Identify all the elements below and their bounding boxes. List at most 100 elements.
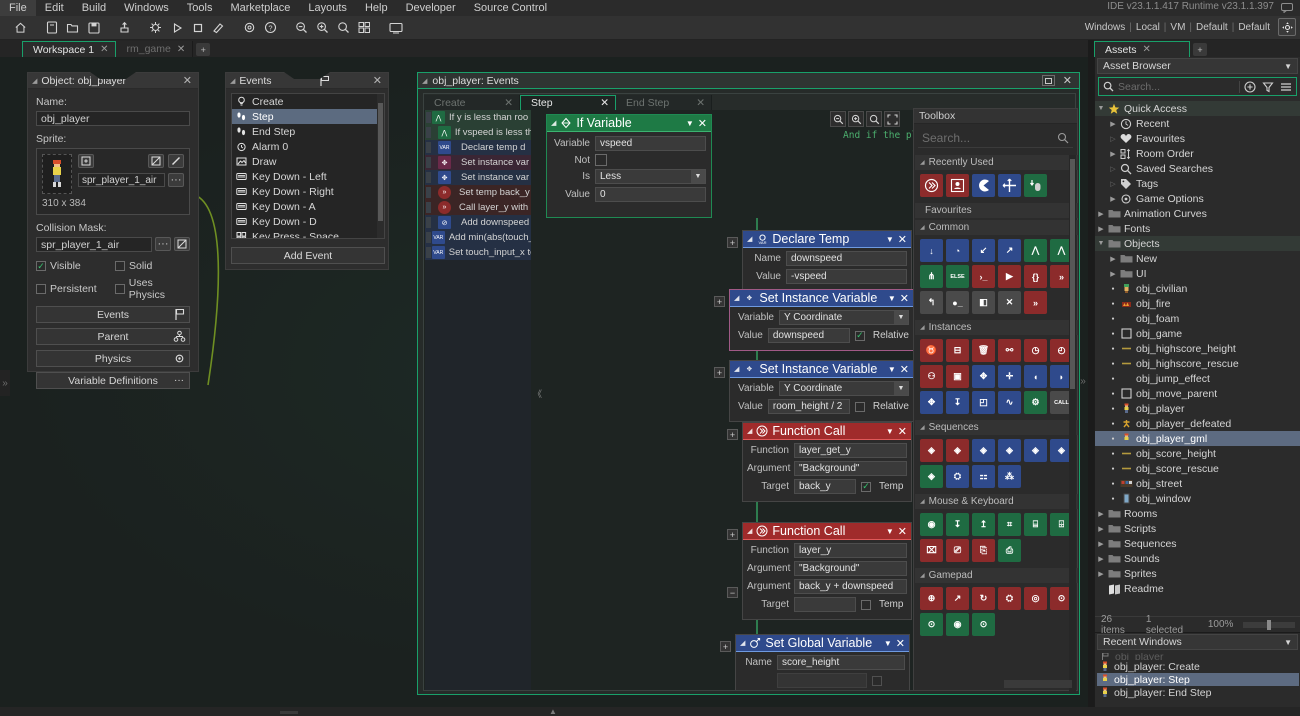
block-header[interactable]: ◢ Function Call ▼ ✕ <box>743 523 911 540</box>
recent-windows-header[interactable]: Recent Windows ▼ <box>1097 634 1298 650</box>
field-input[interactable]: back_y + downspeed <box>794 579 907 594</box>
close-icon[interactable]: ✕ <box>900 292 909 305</box>
events-button[interactable]: Events <box>36 306 190 323</box>
sequence-node-icon[interactable]: ⁂ <box>998 465 1021 488</box>
stop-icon[interactable] <box>188 18 207 37</box>
tree-item-objects[interactable]: ▼ Objects <box>1095 236 1300 251</box>
persistent-checkbox[interactable] <box>36 284 46 294</box>
field-input[interactable] <box>777 673 867 688</box>
menu-item-marketplace[interactable]: Marketplace <box>221 0 299 16</box>
chevron-down-icon[interactable]: ▼ <box>886 527 894 536</box>
block-set-instance-variable-2[interactable]: ◢ ✥ Set Instance Variable ▼ ✕ Variable Y… <box>729 360 914 422</box>
chevron-down-icon[interactable]: ▼ <box>886 235 894 244</box>
drag-handle[interactable] <box>426 172 431 183</box>
value-input[interactable]: 0 <box>595 187 706 202</box>
close-icon[interactable]: ✕ <box>181 74 194 87</box>
asset-search-box[interactable]: Search... <box>1098 77 1297 96</box>
chevron-down-icon[interactable]: ▼ <box>888 294 896 303</box>
collapse-left-icon[interactable]: » <box>0 370 10 396</box>
drag-handle[interactable] <box>426 232 431 243</box>
asset-browser-panel[interactable]: Asset Browser ▼ Search... ▼ Quick Access ▶… <box>1094 57 1300 636</box>
collision-edit-icon[interactable] <box>174 237 190 251</box>
field-input[interactable]: layer_y <box>794 543 907 558</box>
field-row[interactable]: Argument back_y + downspeed <box>747 579 907 594</box>
tree-item-sprites[interactable]: ▶ Sprites <box>1095 566 1300 581</box>
tree-item-obj-street[interactable]: ● obj_street <box>1095 476 1300 491</box>
drag-handle[interactable] <box>426 217 431 228</box>
move-icon[interactable] <box>998 174 1021 197</box>
tree-item-saved-searches[interactable]: ▷ Saved Searches <box>1095 161 1300 176</box>
new-script-icon[interactable]: » <box>1024 291 1047 314</box>
assets-tab[interactable]: Assets ✕ <box>1094 41 1190 57</box>
sequence-pause-icon[interactable]: ◈ <box>998 439 1021 462</box>
field-row[interactable]: Function layer_y <box>747 543 907 558</box>
event-item-end-step[interactable]: End Step <box>232 124 384 139</box>
maximize-icon[interactable] <box>1041 75 1055 86</box>
sequence-track-icon[interactable]: ⚏ <box>972 465 995 488</box>
tree-item-game-options[interactable]: ▶ Game Options <box>1095 191 1300 206</box>
close-icon[interactable]: ✕ <box>1143 44 1151 55</box>
temp-toggle[interactable]: ✓ Temp <box>861 481 903 492</box>
collision-icon[interactable]: ⚙ <box>1024 391 1047 414</box>
else-icon[interactable]: ELSE <box>946 265 969 288</box>
tree-item-readme[interactable]: Readme <box>1095 581 1300 596</box>
chevron-down-icon[interactable]: ▼ <box>1284 638 1292 647</box>
switch-icon[interactable]: ⋔ <box>920 265 943 288</box>
tree-item-obj-score-rescue[interactable]: ● obj_score_rescue <box>1095 461 1300 476</box>
global-get-icon[interactable]: ↗ <box>998 239 1021 262</box>
field-input[interactable]: layer_get_y <box>794 443 907 458</box>
block-header[interactable]: ◢ Set Global Variable ▼ ✕ <box>736 635 909 652</box>
toolbox-category-gamepad[interactable]: ◢ Gamepad <box>915 568 1078 583</box>
asset-browser-header[interactable]: Asset Browser ▼ <box>1097 58 1298 74</box>
close-icon[interactable]: ✕ <box>1060 74 1075 87</box>
event-item-alarm-0[interactable]: Alarm 0 <box>232 139 384 154</box>
tree-item-fonts[interactable]: ▶ Fonts <box>1095 221 1300 236</box>
relative-checkbox[interactable] <box>854 401 865 412</box>
tree-item-obj-highscore-rescue[interactable]: ● obj_highscore_rescue <box>1095 356 1300 371</box>
block-icon[interactable]: ◧ <box>972 291 995 314</box>
events-panel[interactable]: ◢ Events ✕ Create Step End Step Alarm 0 … <box>225 72 389 270</box>
toolbox-category-sequences[interactable]: ◢ Sequences <box>915 420 1078 435</box>
help-icon[interactable]: ? <box>261 18 280 37</box>
action-row[interactable]: VAR Declare temp d <box>425 140 531 155</box>
object-name-input[interactable]: obj_player <box>36 111 190 126</box>
collapse-triangle-icon[interactable]: ◢ <box>920 324 925 331</box>
tree-item-obj-jump-effect[interactable]: ● obj_jump_effect <box>1095 371 1300 386</box>
tree-item-obj-player-gml[interactable]: ● obj_player_gml <box>1095 431 1300 446</box>
asset-tree[interactable]: ▼ Quick Access ▶ Recent ▷ Favourites ▶ Room Ord… <box>1095 101 1300 614</box>
field-dropdown[interactable]: Y Coordinate ▼ <box>779 381 909 396</box>
menu-item-windows[interactable]: Windows <box>115 0 178 16</box>
field-input[interactable] <box>794 597 856 612</box>
field-row[interactable]: Value downspeed ✓ Relative <box>734 328 909 343</box>
debug-gear-icon[interactable] <box>146 18 165 37</box>
key-clear-icon[interactable]: ⌧ <box>920 539 943 562</box>
tree-item-obj-fire[interactable]: ● obj_fire <box>1095 296 1300 311</box>
sprite-menu-icon[interactable]: ··· <box>168 173 184 187</box>
field-input[interactable]: room_height / 2 <box>767 399 850 414</box>
pacman-icon[interactable] <box>972 174 995 197</box>
function-call-icon[interactable] <box>920 174 943 197</box>
collapse-triangle-icon[interactable]: ◢ <box>551 119 556 127</box>
remove-argument-button[interactable]: − <box>727 587 738 598</box>
recent-windows-panel[interactable]: Recent Windows ▼ obj_player obj_player: … <box>1094 633 1300 707</box>
menu-item-build[interactable]: Build <box>73 0 115 16</box>
menu-item-file[interactable]: File <box>0 0 36 16</box>
link-instance-icon[interactable]: ⚯ <box>998 339 1021 362</box>
collapse-list-icon[interactable]: 《 <box>533 387 542 400</box>
tree-item-obj-window[interactable]: ● obj_window <box>1095 491 1300 506</box>
menu-icon[interactable] <box>1280 81 1292 93</box>
collision-menu-icon[interactable]: ··· <box>155 237 171 251</box>
chevron-down-icon[interactable]: ▼ <box>686 119 694 128</box>
add-workspace-button[interactable]: + <box>196 43 211 56</box>
panel-resize-handle[interactable]: ▲ <box>546 708 560 716</box>
collapse-triangle-icon[interactable]: ◢ <box>920 572 925 579</box>
toolbox-panel[interactable]: Toolbox Search... ◢ Recently Used Favour… <box>913 108 1078 693</box>
chevron-right-icon[interactable]: ▶ <box>1107 150 1119 158</box>
field-row[interactable]: Variable Y Coordinate ▼ <box>734 310 909 325</box>
zoom-in-icon[interactable] <box>848 111 864 127</box>
action-row[interactable]: ✥ Set instance var <box>425 170 531 185</box>
chevron-right-icon[interactable]: ▷ <box>1107 135 1119 143</box>
event-tab-create[interactable]: Create ✕ <box>424 95 520 110</box>
canvas-zoom-controls[interactable] <box>830 111 900 127</box>
asset-search-input[interactable]: Search... <box>1118 81 1235 93</box>
